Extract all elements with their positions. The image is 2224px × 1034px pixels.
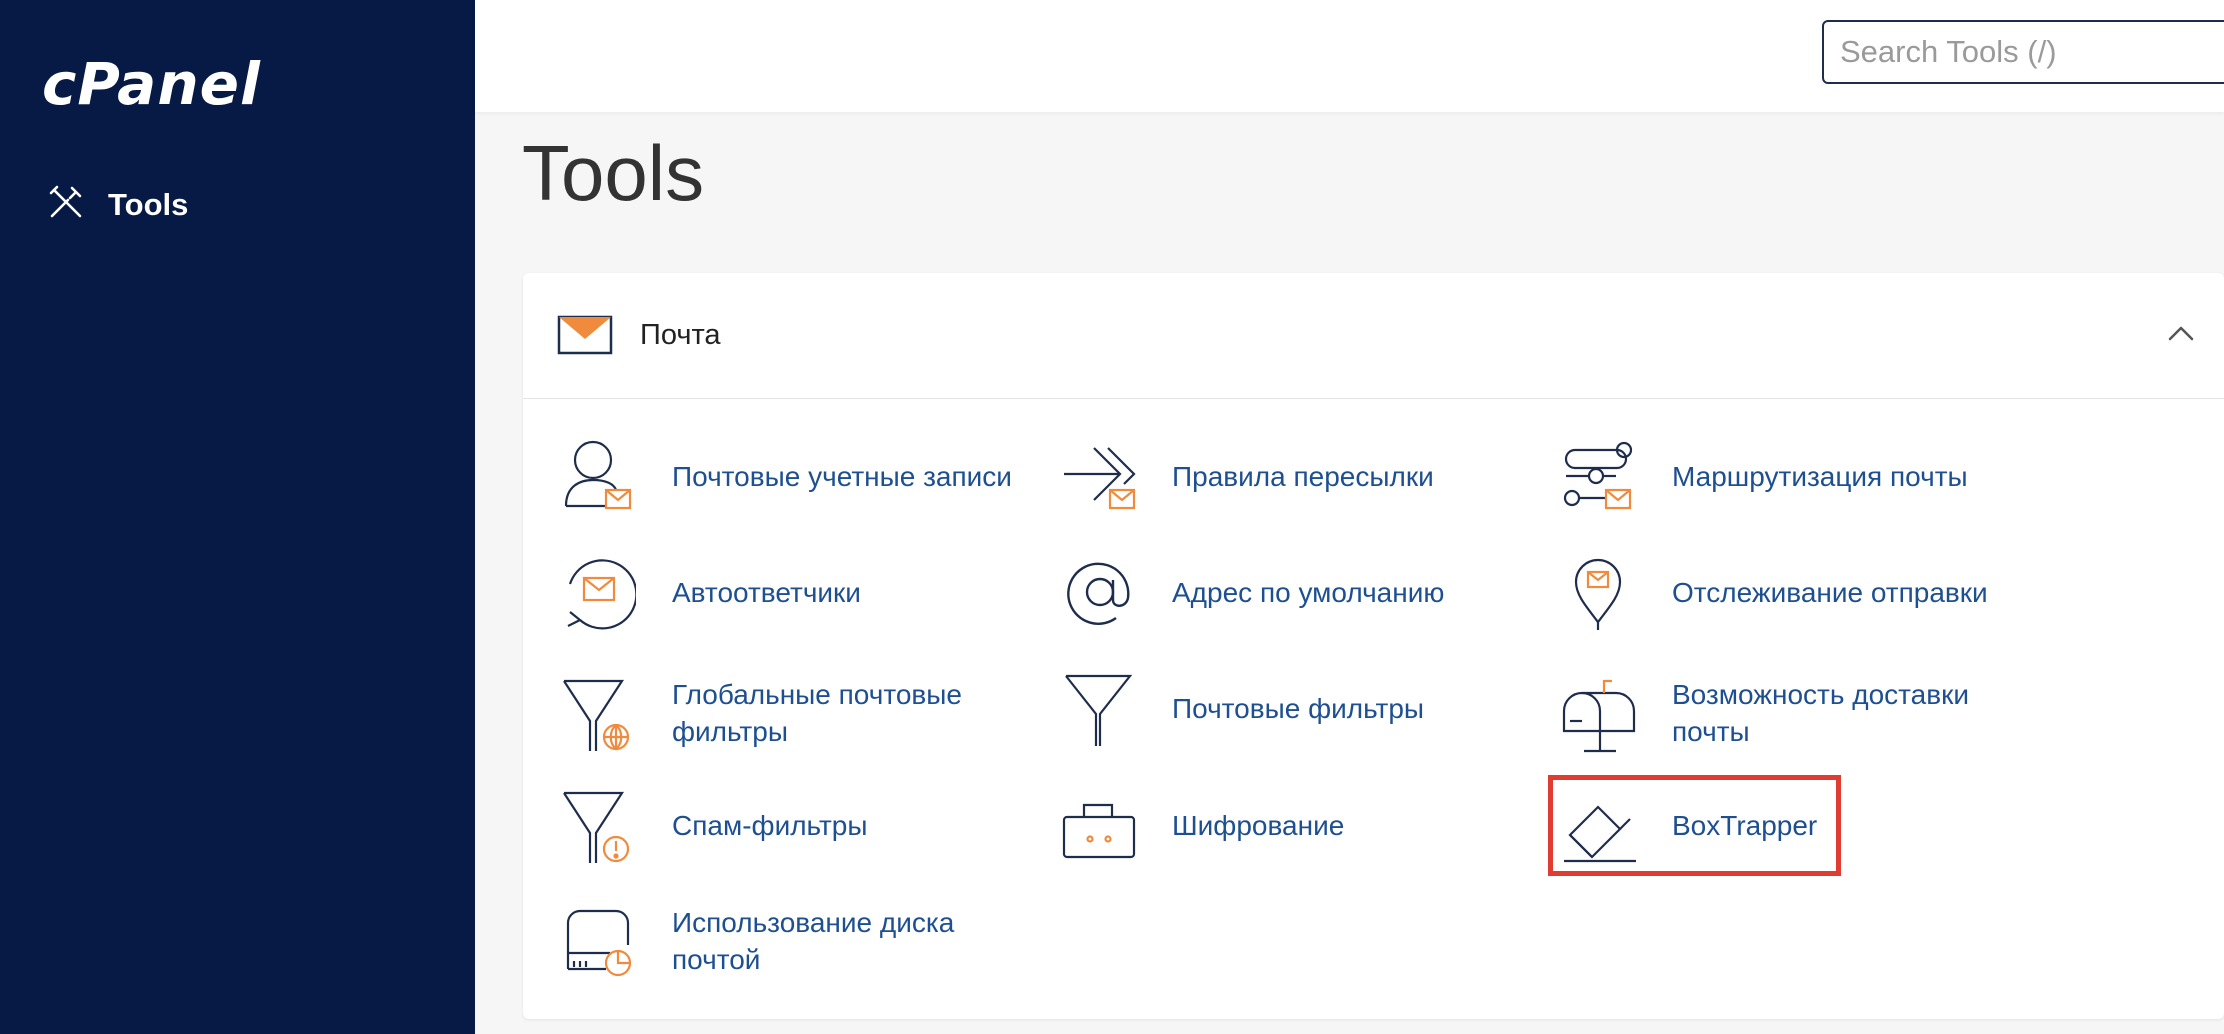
sidebar-item-tools[interactable]: Tools xyxy=(46,182,188,227)
email-disk-usage-icon xyxy=(560,899,636,983)
email-deliverability-icon xyxy=(1560,671,1636,755)
email-routing-icon xyxy=(1560,434,1636,518)
tool-email-disk-usage[interactable]: Использование диска почтой xyxy=(560,899,954,983)
tool-email-deliverability[interactable]: Возможность доставки почты xyxy=(1560,671,1969,755)
tool-label: Возможность доставки почты xyxy=(1672,679,1969,747)
tool-encryption[interactable]: Шифрование xyxy=(1060,783,1344,867)
forwarders-icon xyxy=(1060,434,1136,518)
track-delivery-icon xyxy=(1560,550,1636,634)
tool-label: Почтовые фильтры xyxy=(1172,692,1425,724)
tool-label: Отслеживание отправки xyxy=(1672,576,1988,608)
search-input[interactable] xyxy=(1822,20,2224,84)
tool-label: Адрес по умолчанию xyxy=(1172,576,1445,608)
default-address-icon xyxy=(1060,550,1136,634)
email-filters-icon xyxy=(1060,666,1136,750)
tool-label: Почтовые учетные записи xyxy=(672,460,1012,492)
tool-global-email-filters[interactable]: Глобальные почтовые фильтры xyxy=(560,671,962,755)
section-title: Почта xyxy=(640,319,721,351)
tool-email-filters[interactable]: Почтовые фильтры xyxy=(1060,666,1424,750)
tool-label: Спам-фильтры xyxy=(672,809,868,841)
envelope-icon xyxy=(557,315,613,360)
tool-email-routing[interactable]: Маршрутизация почты xyxy=(1560,434,1968,518)
tools-icon xyxy=(46,182,86,227)
email-accounts-icon xyxy=(560,434,636,518)
cpanel-logo[interactable]: cPanel xyxy=(42,50,261,118)
tool-boxtrapper[interactable]: BoxTrapper xyxy=(1560,783,1817,867)
tool-label: Правила пересылки xyxy=(1172,460,1434,492)
page-title: Tools xyxy=(522,129,705,217)
sidebar: cPanel Tools xyxy=(0,0,475,1034)
section-header[interactable]: Почта xyxy=(523,273,2224,399)
tool-label: BoxTrapper xyxy=(1672,809,1818,841)
tool-label: Шифрование xyxy=(1172,809,1345,841)
tool-label: Маршрутизация почты xyxy=(1672,460,1968,492)
email-section-card: Почта Почтовые учетные записи Правила пе… xyxy=(523,273,2224,1019)
sidebar-item-label: Tools xyxy=(108,186,189,222)
boxtrapper-icon xyxy=(1560,783,1636,867)
tool-email-accounts[interactable]: Почтовые учетные записи xyxy=(560,434,1012,518)
tool-default-address[interactable]: Адрес по умолчанию xyxy=(1060,550,1444,634)
spam-filters-icon xyxy=(560,783,636,867)
autoresponders-icon xyxy=(560,550,638,634)
tool-autoresponders[interactable]: Автоответчики xyxy=(560,550,861,634)
tool-forwarders[interactable]: Правила пересылки xyxy=(1060,434,1434,518)
tool-label: Использование диска почтой xyxy=(672,907,955,975)
tool-label: Глобальные почтовые фильтры xyxy=(672,679,963,747)
tool-label: Автоответчики xyxy=(672,576,861,608)
global-email-filters-icon xyxy=(560,671,636,755)
tool-spam-filters[interactable]: Спам-фильтры xyxy=(560,783,867,867)
chevron-up-icon[interactable] xyxy=(2166,319,2196,354)
tool-track-delivery[interactable]: Отслеживание отправки xyxy=(1560,550,1988,634)
encryption-icon xyxy=(1060,783,1136,867)
